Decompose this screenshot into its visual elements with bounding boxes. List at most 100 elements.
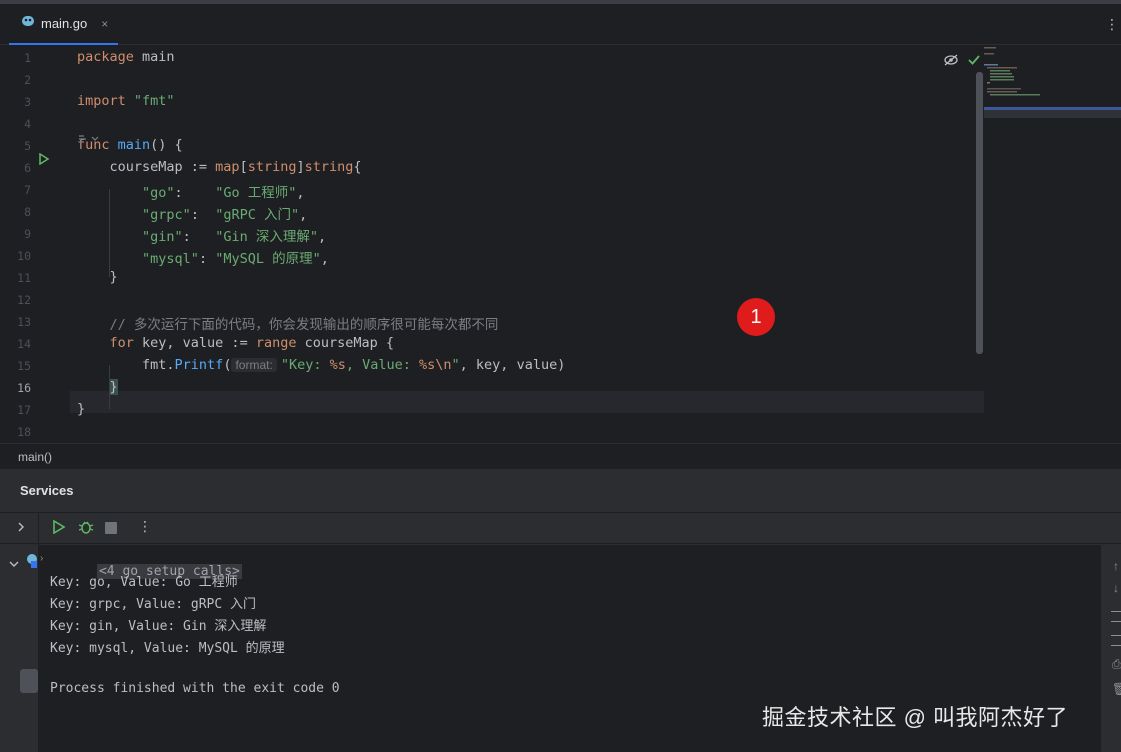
debug-icon[interactable]	[78, 519, 94, 540]
code-token: :	[182, 229, 216, 245]
code-line[interactable]: import "fmt"	[77, 93, 175, 109]
code-token: "grpc"	[142, 207, 191, 223]
code-token: "	[451, 357, 460, 373]
code-line[interactable]: courseMap := map[string]string{	[77, 159, 362, 175]
code-token: }	[77, 401, 86, 417]
code-token: key, value :=	[142, 335, 256, 351]
chevron-right-icon[interactable]	[16, 520, 26, 538]
more-icon[interactable]: ⋮	[138, 518, 152, 535]
line-number: 12	[17, 293, 31, 307]
stop-icon[interactable]	[105, 521, 117, 539]
code-token: ,	[296, 185, 305, 201]
scroll-down-icon[interactable]: ↓	[1113, 581, 1119, 595]
line-number: 5	[24, 139, 31, 153]
code-line[interactable]: "gin": "Gin 深入理解",	[77, 225, 326, 245]
code-line[interactable]: for key, value := range courseMap {	[77, 335, 395, 351]
code-token: :	[198, 251, 216, 267]
current-line-highlight	[70, 391, 984, 413]
scroll-to-end-icon[interactable]	[1111, 635, 1121, 646]
code-line[interactable]: // 多次运行下面的代码，你会发现输出的顺序很可能每次都不同	[77, 313, 499, 333]
services-toolbar: ⋮	[0, 512, 1121, 544]
close-icon[interactable]: ×	[101, 17, 108, 31]
code-token: main	[142, 49, 175, 65]
editor-scrollbar[interactable]	[976, 72, 983, 354]
soft-wrap-icon[interactable]	[1111, 611, 1121, 622]
run-gutter-icon[interactable]	[38, 152, 50, 170]
code-token: fmt.	[77, 357, 175, 373]
console-line: Key: gin, Value: Gin 深入理解	[50, 619, 267, 634]
trash-icon[interactable]: 🗑	[1112, 682, 1121, 696]
more-icon[interactable]: ⋮	[1105, 16, 1119, 33]
line-number: 7	[24, 183, 31, 197]
console-side-toolbar: ↑ ↓ ⎙ 🗑	[1101, 545, 1121, 752]
go-service-icon[interactable]	[26, 553, 40, 574]
reader-mode-icon[interactable]	[944, 53, 958, 71]
line-number: 13	[17, 315, 31, 329]
go-file-icon	[21, 14, 35, 33]
code-token: "fmt"	[133, 93, 175, 109]
code-editor[interactable]: 1 2 3 4 5 6 7 8 9 10 11 12 13 14 15 16 17 18 package main…	[0, 45, 1121, 443]
check-icon[interactable]	[968, 53, 980, 71]
code-token: string	[247, 159, 297, 175]
print-icon[interactable]: ⎙	[1112, 657, 1121, 672]
code-line[interactable]: fmt.Printf(format: "Key: %s, Value: %s\n"…	[77, 357, 565, 373]
line-number: 8	[24, 205, 31, 219]
parameter-hint: format:	[231, 358, 277, 372]
code-line[interactable]: }	[77, 401, 85, 417]
code-token: }	[77, 269, 118, 285]
line-number: 15	[17, 359, 31, 373]
code-token: ,	[299, 207, 308, 223]
scroll-up-icon[interactable]: ↑	[1113, 559, 1119, 573]
code-token: %s	[329, 357, 346, 373]
line-number: 6	[24, 161, 31, 175]
code-line[interactable]: "mysql": "MySQL 的原理",	[77, 247, 329, 267]
inlay-hint-icon[interactable]	[77, 132, 99, 150]
code-token: :	[174, 185, 216, 201]
code-token: , Value:	[345, 357, 420, 373]
code-minimap[interactable]	[984, 45, 1121, 121]
code-token: package	[77, 49, 143, 65]
code-token: ]	[296, 159, 305, 175]
service-node-handle[interactable]	[20, 669, 38, 693]
chevron-down-icon[interactable]	[8, 556, 20, 574]
console-line: Process finished with the exit code 0	[50, 681, 340, 696]
code-token: :	[190, 207, 216, 223]
console-line: Key: grpc, Value: gRPC 入门	[50, 597, 257, 612]
code-token: "gin"	[142, 229, 183, 245]
code-token: () {	[150, 137, 183, 153]
code-token: "mysql"	[142, 251, 199, 267]
code-token: Printf	[174, 357, 224, 373]
code-token: courseMap {	[304, 335, 395, 351]
line-number: 9	[24, 227, 31, 241]
code-token: %s\n	[419, 357, 452, 373]
code-line[interactable]: }	[77, 379, 118, 395]
code-token: courseMap :=	[77, 159, 216, 175]
breadcrumb[interactable]: main()	[18, 450, 52, 464]
code-token: import	[77, 93, 134, 109]
console-line: Key: go, Value: Go 工程师	[50, 575, 238, 590]
fold-icon[interactable]: ›	[40, 553, 43, 564]
code-token: {	[353, 159, 362, 175]
code-token: "Gin 深入理解"	[215, 229, 318, 245]
run-icon[interactable]	[52, 519, 66, 539]
code-token: map	[215, 159, 240, 175]
code-line[interactable]: }	[77, 269, 118, 285]
line-number: 18	[17, 425, 31, 439]
code-line[interactable]: "grpc": "gRPC 入门",	[77, 203, 307, 223]
line-number: 4	[24, 117, 31, 131]
code-token: "Go 工程师"	[215, 185, 297, 201]
code-token: main	[117, 137, 151, 153]
tab-main-go[interactable]: main.go ×	[9, 4, 118, 45]
code-token: "gRPC 入门"	[215, 207, 300, 223]
code-token: ,	[320, 251, 329, 267]
code-line[interactable]: "go": "Go 工程师",	[77, 181, 304, 201]
code-token: "go"	[142, 185, 175, 201]
code-line[interactable]: package main	[77, 49, 175, 65]
